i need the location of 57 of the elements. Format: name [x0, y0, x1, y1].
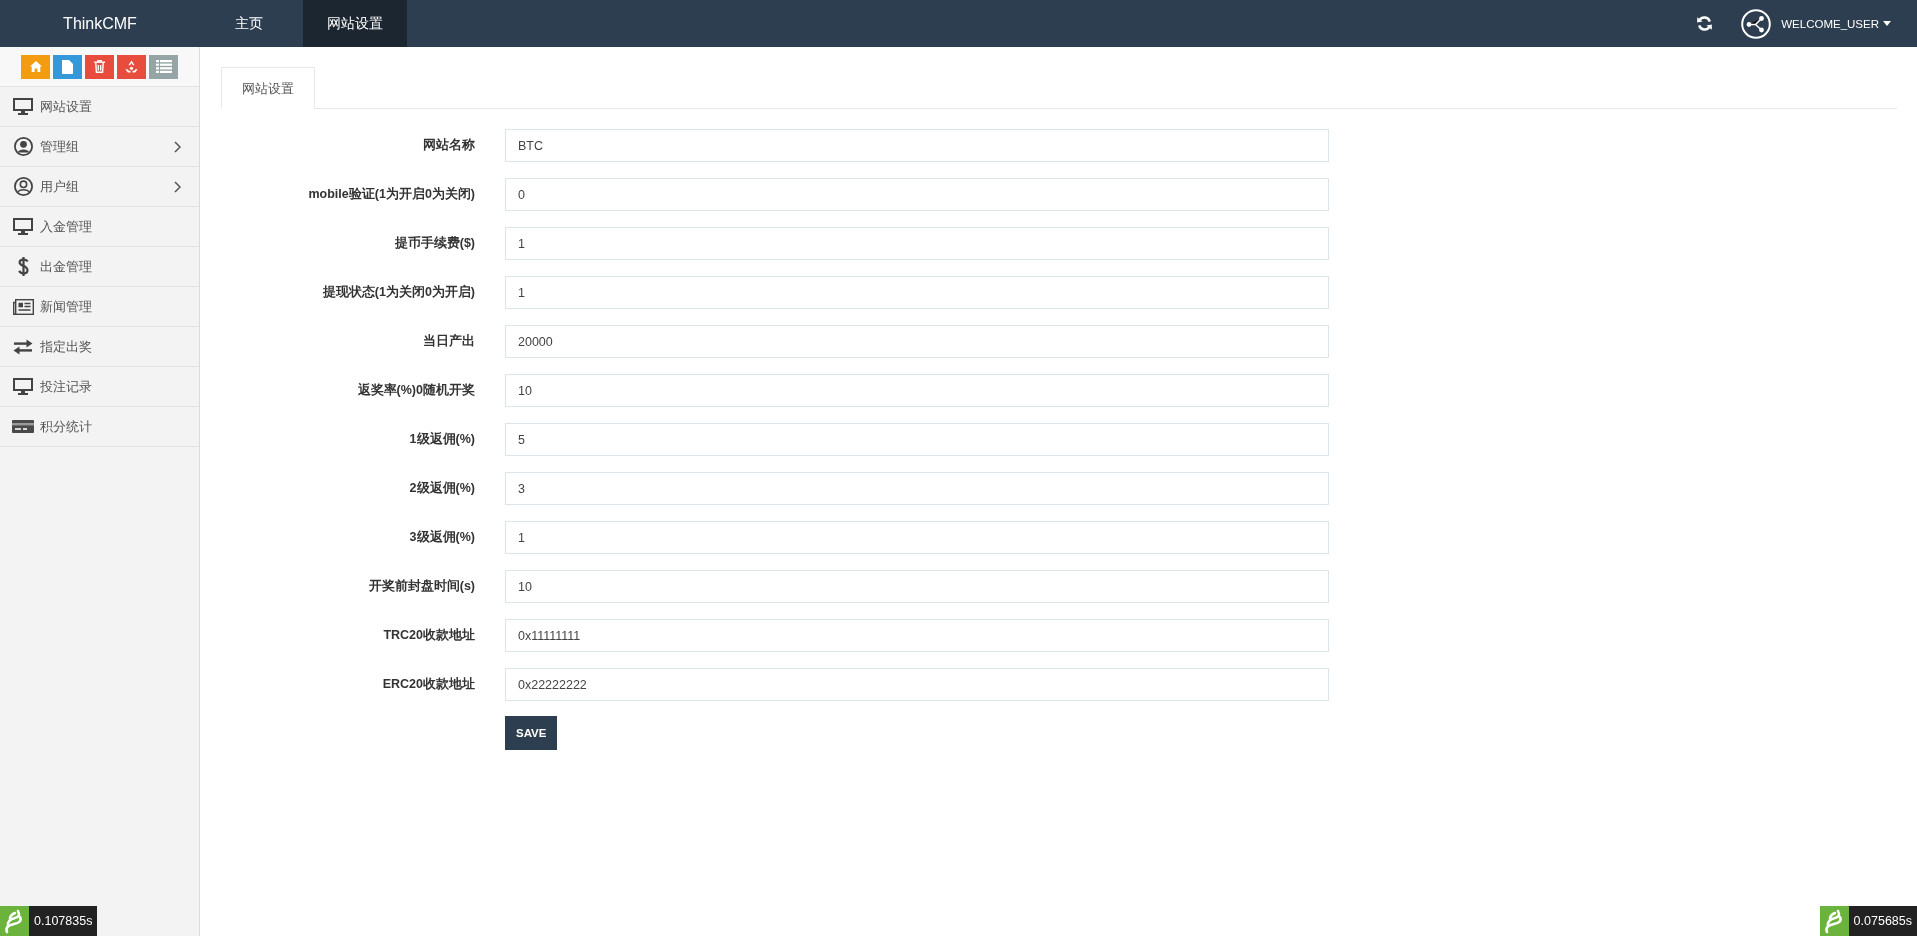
user-circle-icon	[13, 137, 33, 156]
list-button[interactable]	[149, 54, 178, 79]
list-icon	[155, 60, 172, 73]
caret-down-icon	[1883, 21, 1891, 26]
settings-tab[interactable]: 网站设置	[221, 67, 315, 109]
text-field[interactable]: 1	[505, 276, 1329, 309]
text-field[interactable]: 3	[505, 472, 1329, 505]
exchange-arrows-icon	[13, 338, 33, 355]
field-label: 3级返佣(%)	[408, 529, 475, 546]
text-field[interactable]: 5	[505, 423, 1329, 456]
field-label: ERC20收款地址	[381, 676, 475, 693]
field-label: 提现状态(1为关闭0为开启)	[321, 284, 475, 301]
text-field[interactable]: 1	[505, 227, 1329, 260]
dollar-icon	[17, 257, 29, 276]
recycle-button[interactable]	[117, 54, 146, 79]
field-label: 返奖率(%)0随机开奖	[356, 382, 475, 399]
nav-tab[interactable]: 主页	[211, 0, 287, 47]
text-field[interactable]: 10	[505, 374, 1329, 407]
save-button[interactable]: SAVE	[505, 716, 558, 750]
credit-card-icon	[12, 420, 34, 433]
user-icon	[13, 177, 33, 196]
swirl-logo-icon	[1819, 906, 1849, 936]
newspaper-icon	[12, 298, 34, 315]
text-field[interactable]: 20000	[505, 325, 1329, 358]
file-icon	[62, 59, 73, 74]
text-field[interactable]: 1	[505, 521, 1329, 554]
refresh-icon[interactable]	[1697, 16, 1713, 31]
text-field[interactable]: 10	[505, 570, 1329, 603]
home-icon	[29, 61, 42, 72]
field-label: TRC20收款地址	[382, 627, 475, 644]
field-label: 2级返佣(%)	[408, 480, 475, 497]
app-logo[interactable]: ThinkCMF	[0, 0, 200, 47]
text-field[interactable]: 0x11111111	[505, 619, 1329, 652]
field-label: 网站名称	[422, 137, 475, 154]
field-label: 开奖前封盘时间(s)	[367, 578, 475, 595]
trash-icon	[94, 60, 105, 73]
text-field[interactable]: BTC	[505, 129, 1329, 162]
monitor-icon	[13, 98, 33, 115]
chevron-right-icon	[174, 180, 181, 193]
recycle-icon	[125, 60, 138, 73]
file-button[interactable]	[53, 54, 82, 79]
network-avatar-icon	[1741, 8, 1772, 39]
monitor-icon	[13, 218, 33, 235]
trace-time-badge[interactable]: 0.107835s	[29, 906, 98, 936]
trash-button[interactable]	[85, 54, 114, 79]
trace-time-badge[interactable]: 0.075685s	[1848, 906, 1917, 936]
field-label: 1级返佣(%)	[408, 431, 475, 448]
text-field[interactable]: 0x22222222	[505, 668, 1329, 701]
home-button[interactable]	[21, 54, 50, 79]
field-label: 当日产出	[422, 333, 475, 350]
nav-tab[interactable]: 网站设置	[303, 0, 407, 47]
chevron-right-icon	[174, 140, 181, 153]
user-menu-button[interactable]: WELCOME_USER	[1741, 8, 1891, 39]
field-label: mobile验证(1为开启0为关闭)	[307, 186, 475, 203]
monitor-icon	[13, 378, 33, 395]
text-field[interactable]: 0	[505, 178, 1329, 211]
field-label: 提币手续费($)	[393, 235, 475, 252]
